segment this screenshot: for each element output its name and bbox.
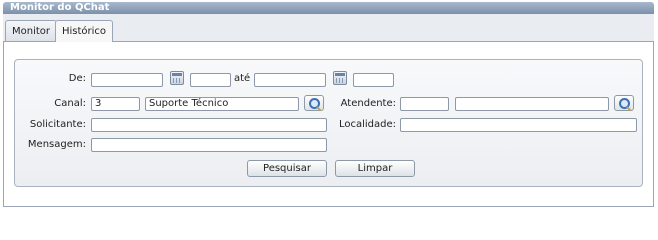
canal-label: Canal: bbox=[54, 98, 86, 109]
localidade-label: Localidade: bbox=[338, 119, 396, 130]
atendente-label: Atendente: bbox=[340, 98, 396, 109]
tab-historico[interactable]: Histórico bbox=[55, 20, 114, 43]
time-to-field[interactable] bbox=[353, 73, 394, 87]
solicitante-label: Solicitante: bbox=[29, 119, 86, 130]
mensagem-field[interactable] bbox=[91, 138, 327, 152]
atendente-search-button[interactable] bbox=[614, 95, 634, 112]
time-from-field[interactable] bbox=[190, 73, 231, 87]
window-title: Monitor do QChat bbox=[3, 2, 654, 14]
canal-name-field[interactable]: Suporte Técnico bbox=[145, 97, 299, 111]
solicitante-field[interactable] bbox=[91, 118, 327, 132]
localidade-field[interactable] bbox=[400, 118, 637, 132]
atendente-name-field[interactable] bbox=[455, 97, 609, 111]
ate-label: até bbox=[234, 73, 251, 84]
canal-search-button[interactable] bbox=[304, 95, 324, 112]
atendente-code-field[interactable] bbox=[400, 97, 449, 111]
pesquisar-button[interactable]: Pesquisar bbox=[247, 160, 327, 177]
date-to-field[interactable] bbox=[254, 73, 326, 87]
de-label: De: bbox=[68, 73, 86, 84]
date-from-field[interactable] bbox=[91, 73, 163, 87]
calendar-icon[interactable] bbox=[333, 71, 347, 85]
tab-monitor[interactable]: Monitor bbox=[5, 20, 58, 42]
canal-code-field[interactable]: 3 bbox=[91, 97, 140, 111]
mensagem-label: Mensagem: bbox=[27, 139, 86, 150]
calendar-icon[interactable] bbox=[170, 71, 184, 85]
limpar-button[interactable]: Limpar bbox=[335, 160, 415, 177]
tab-bar: Monitor Histórico bbox=[3, 14, 654, 43]
